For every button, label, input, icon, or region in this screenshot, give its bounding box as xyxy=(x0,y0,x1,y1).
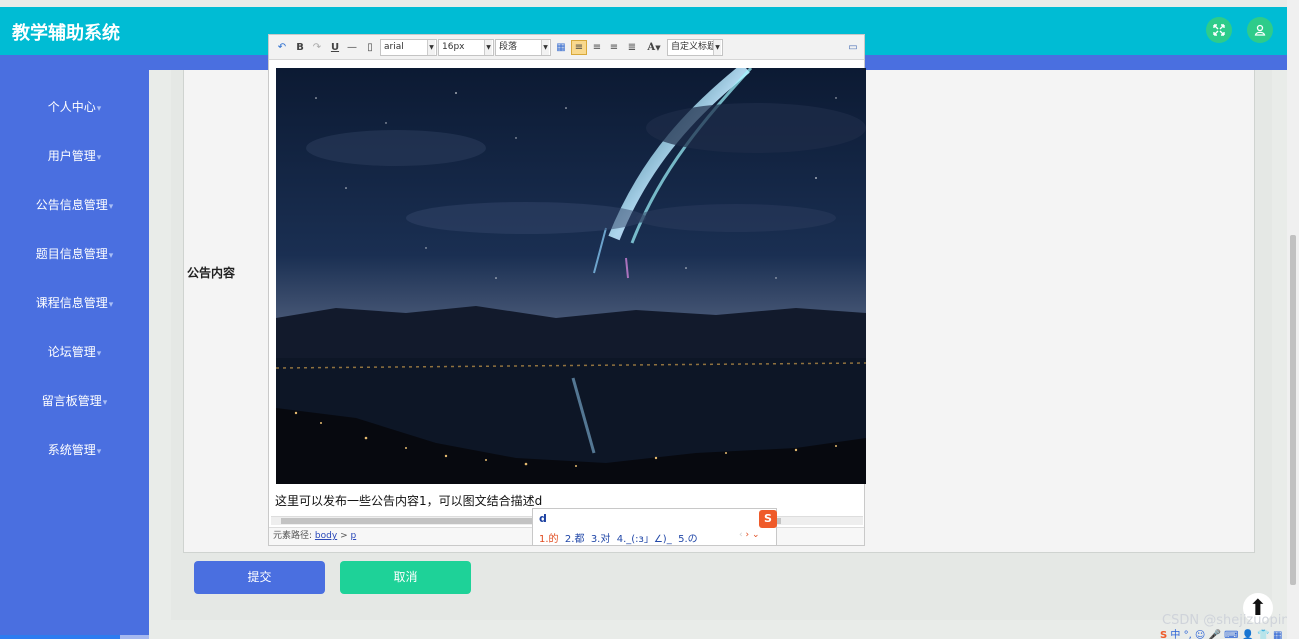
element-path-body-link[interactable]: body xyxy=(315,531,337,541)
chevron-down-icon: ▾ xyxy=(108,300,114,310)
page-scrollbar-thumb[interactable] xyxy=(1290,235,1296,585)
expand-arrows-icon xyxy=(1213,24,1225,36)
ime-candidate[interactable]: 1.的 xyxy=(539,534,559,545)
sidebar-item-label: 公告信息管理 xyxy=(35,198,108,212)
user-icon xyxy=(1254,24,1266,36)
font-size-value: 16px xyxy=(442,42,465,52)
editor-toolbar: ↶ B ↷ U — ▯ arial ▼ 16px ▼ 段落 ▼ ▦ ≡ ≡ ≡ ≣ A… xyxy=(269,35,864,60)
paragraph-value: 段落 xyxy=(499,42,518,52)
chevron-down-icon: ▾ xyxy=(96,153,102,163)
sidebar-item-personal-center[interactable]: 个人中心▾ xyxy=(0,98,149,115)
ime-candidate[interactable]: 3.对 xyxy=(591,534,611,545)
ime-candidate[interactable]: 4._(:з」∠)_ xyxy=(617,534,672,545)
align-left-icon[interactable]: ≡ xyxy=(571,40,587,55)
chevron-down-icon: ▼ xyxy=(484,40,492,55)
chevron-down-icon: ▼ xyxy=(713,40,721,55)
font-family-value: arial xyxy=(384,42,404,52)
element-path-label: 元素路径: xyxy=(273,531,313,541)
sogou-logo-icon: S xyxy=(759,510,777,528)
rich-text-editor[interactable]: ↶ B ↷ U — ▯ arial ▼ 16px ▼ 段落 ▼ ▦ ≡ ≡ ≡ ≣ A… xyxy=(268,34,866,546)
submit-button[interactable]: 提交 xyxy=(194,561,325,594)
chevron-down-icon: ▾ xyxy=(96,104,102,114)
chevron-down-icon: ▾ xyxy=(96,349,102,359)
ime-status-tray: S 中 °, ☺ 🎤 ⌨ 👤 👕 ▦ xyxy=(1160,626,1299,639)
table-icon[interactable]: ▦ xyxy=(554,40,568,55)
app-title: 教学辅助系统 xyxy=(12,23,120,44)
sidebar-item-forum-management[interactable]: 论坛管理▾ xyxy=(0,343,149,360)
chevron-down-icon: ▼ xyxy=(655,43,661,52)
custom-heading-value: 自定义标题 xyxy=(671,42,717,52)
sidebar-item-label: 课程信息管理 xyxy=(35,296,108,310)
sidebar-item-label: 论坛管理 xyxy=(47,345,96,359)
chevron-down-icon: ▼ xyxy=(427,40,435,55)
align-right-icon[interactable]: ≡ xyxy=(607,40,621,55)
chevron-down-icon: ▾ xyxy=(108,251,114,261)
chevron-down-icon: ▾ xyxy=(96,447,102,457)
paragraph-select[interactable]: 段落 ▼ xyxy=(495,39,551,56)
undo-icon[interactable]: ↶ xyxy=(275,40,289,55)
sidebar-item-user-management[interactable]: 用户管理▾ xyxy=(0,147,149,164)
font-family-select[interactable]: arial ▼ xyxy=(380,39,437,56)
chevron-down-icon: ▼ xyxy=(541,40,549,55)
night-sky-comet-image xyxy=(276,68,866,484)
ime-candidate[interactable]: 5.の xyxy=(678,534,698,545)
sidebar-scrollbar-thumb[interactable] xyxy=(0,635,120,639)
sidebar-item-label: 个人中心 xyxy=(47,100,96,114)
chevron-right-icon[interactable]: › xyxy=(745,530,749,540)
chevron-down-icon[interactable]: ⌄ xyxy=(752,530,760,540)
align-justify-icon[interactable]: ≣ xyxy=(625,40,639,55)
redo-icon[interactable]: ↷ xyxy=(310,40,324,55)
page-vertical-scrollbar[interactable] xyxy=(1287,0,1299,639)
align-center-icon[interactable]: ≡ xyxy=(590,40,604,55)
fullscreen-button[interactable] xyxy=(1206,17,1232,43)
night-sky-comet-illustration xyxy=(276,68,866,484)
chevron-down-icon: ▾ xyxy=(102,398,108,408)
font-color-button[interactable]: A ▼ xyxy=(643,40,665,55)
fullscreen-editor-icon[interactable]: ▭ xyxy=(847,40,859,55)
sogou-tray-icon[interactable]: S xyxy=(1160,630,1167,639)
horizontal-rule-icon[interactable]: — xyxy=(345,40,359,55)
font-size-select[interactable]: 16px ▼ xyxy=(438,39,494,56)
sidebar-item-course-management[interactable]: 课程信息管理▾ xyxy=(0,294,149,311)
sidebar-item-message-board[interactable]: 留言板管理▾ xyxy=(0,392,149,409)
page-icon[interactable]: ▯ xyxy=(363,40,377,55)
editor-content-text[interactable]: 这里可以发布一些公告内容1，可以图文结合描述d xyxy=(275,492,542,509)
ime-candidate-popup: d S 1.的 2.都 3.对 4._(:з」∠)_ 5.の ‹ › ⌄ xyxy=(532,508,777,546)
sidebar-item-label: 留言板管理 xyxy=(41,394,102,408)
custom-heading-select[interactable]: 自定义标题 ▼ xyxy=(667,39,723,56)
ime-input-text: d xyxy=(539,512,547,525)
sidebar-item-system-management[interactable]: 系统管理▾ xyxy=(0,441,149,458)
ime-candidate-list: 1.的 2.都 3.对 4._(:з」∠)_ 5.の xyxy=(539,530,698,545)
chevron-left-icon[interactable]: ‹ xyxy=(739,530,743,540)
ime-candidate[interactable]: 2.都 xyxy=(565,534,585,545)
user-button[interactable] xyxy=(1247,17,1273,43)
sidebar-item-notice-management[interactable]: 公告信息管理▾ xyxy=(0,196,149,213)
sidebar-scrollbar[interactable] xyxy=(0,635,149,639)
ime-page-nav[interactable]: ‹ › ⌄ xyxy=(739,530,760,540)
sidebar: 个人中心▾ 用户管理▾ 公告信息管理▾ 题目信息管理▾ 课程信息管理▾ 论坛管理… xyxy=(0,70,149,639)
sidebar-item-question-management[interactable]: 题目信息管理▾ xyxy=(0,245,149,262)
font-color-label: A xyxy=(647,42,656,53)
underline-button[interactable]: U xyxy=(328,40,342,55)
element-path-separator: > xyxy=(340,531,348,541)
sidebar-item-label: 题目信息管理 xyxy=(35,247,108,261)
element-path-p-link[interactable]: p xyxy=(350,531,356,541)
bold-button[interactable]: B xyxy=(293,40,307,55)
notice-content-label: 公告内容 xyxy=(187,266,236,280)
cancel-button[interactable]: 取消 xyxy=(340,561,471,594)
chevron-down-icon: ▾ xyxy=(108,202,114,212)
ime-tray-items[interactable]: 中 °, ☺ 🎤 ⌨ 👤 👕 ▦ xyxy=(1170,630,1282,639)
sidebar-item-label: 用户管理 xyxy=(47,149,96,163)
sidebar-item-label: 系统管理 xyxy=(47,443,96,457)
